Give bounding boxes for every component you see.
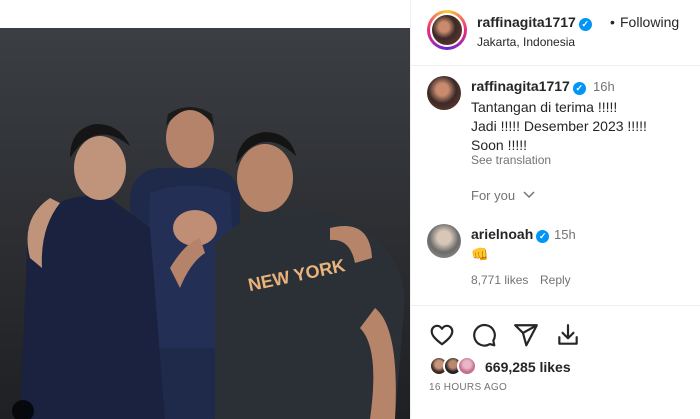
caption-time: 16h: [593, 79, 615, 94]
caption-line-3: Soon !!!!!: [471, 137, 528, 153]
author-avatar[interactable]: [427, 10, 467, 50]
save-icon[interactable]: [555, 322, 581, 348]
post-photo[interactable]: NEW YORK: [0, 0, 410, 419]
see-translation-link[interactable]: See translation: [471, 153, 551, 167]
liker-avatars[interactable]: [429, 356, 489, 378]
separator-dot: •: [610, 14, 615, 30]
post-header: raffinagita1717 ✓ • Following Jakarta, In…: [411, 0, 700, 66]
verified-icon: ✓: [578, 18, 592, 31]
comment-username-text[interactable]: arielnoah: [471, 226, 533, 242]
photo-scene: NEW YORK: [0, 28, 410, 419]
user-tag-icon[interactable]: [12, 400, 34, 419]
for-you-label[interactable]: For you: [471, 188, 515, 203]
location-link[interactable]: Jakarta, Indonesia: [477, 35, 575, 49]
comment-time: 15h: [554, 227, 576, 242]
chevron-down-icon: [523, 191, 535, 199]
comment-text: 👊: [471, 246, 489, 262]
comment-icon[interactable]: [471, 322, 497, 348]
caption-avatar[interactable]: [427, 76, 461, 110]
comment-avatar[interactable]: [427, 224, 461, 258]
caption-username-text[interactable]: raffinagita1717: [471, 78, 570, 94]
caption-line-1: Tantangan di terima !!!!!: [471, 99, 618, 115]
caption-username[interactable]: raffinagita1717 ✓: [471, 78, 586, 95]
caption-line-2: Jadi !!!!! Desember 2023 !!!!!: [471, 118, 647, 134]
verified-icon: ✓: [572, 82, 586, 95]
liker-avatar: [457, 356, 477, 376]
author-username[interactable]: raffinagita1717 ✓: [477, 14, 592, 31]
author-username-text[interactable]: raffinagita1717: [477, 14, 576, 30]
verified-icon: ✓: [536, 230, 550, 243]
likes-count[interactable]: 669,285 likes: [485, 359, 571, 375]
reply-button[interactable]: Reply: [540, 273, 571, 287]
following-button[interactable]: Following: [620, 14, 679, 30]
comment-username[interactable]: arielnoah ✓: [471, 226, 550, 243]
post-panel: raffinagita1717 ✓ • Following Jakarta, In…: [410, 0, 700, 419]
for-you-dropdown[interactable]: For you: [471, 188, 535, 203]
heart-icon[interactable]: [429, 322, 455, 348]
comment-likes[interactable]: 8,771 likes: [471, 273, 528, 287]
post-time: 16 HOURS AGO: [429, 382, 508, 393]
share-icon[interactable]: [513, 322, 539, 348]
photo-image: NEW YORK: [0, 28, 410, 419]
action-bar: 669,285 likes 16 HOURS AGO: [411, 305, 700, 419]
